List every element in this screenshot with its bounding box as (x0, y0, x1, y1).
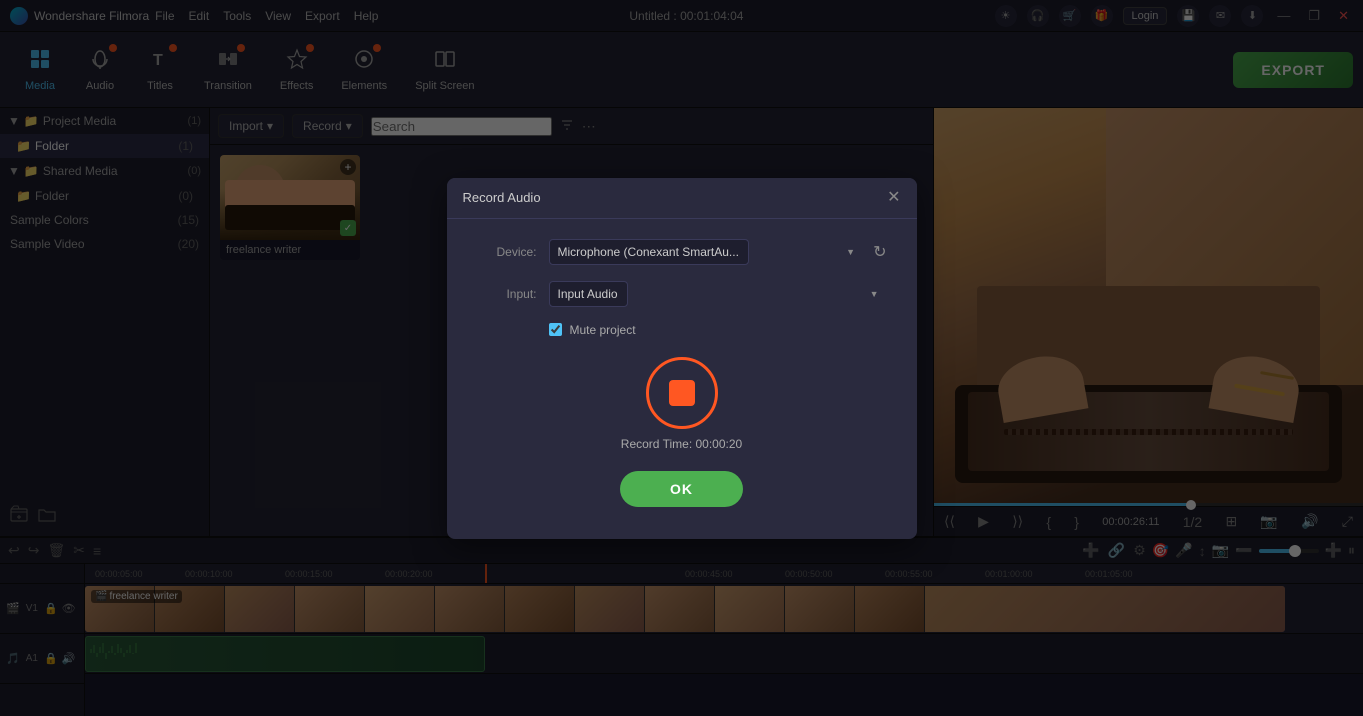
modal-overlay: Record Audio ✕ Device: Microphone (Conex… (0, 0, 1363, 716)
modal-header: Record Audio ✕ (447, 178, 917, 219)
device-field: Device: Microphone (Conexant SmartAu... … (477, 239, 887, 265)
input-field: Input: Input Audio (477, 281, 887, 307)
modal-body: Device: Microphone (Conexant SmartAu... … (447, 219, 917, 539)
record-stop-icon (669, 380, 695, 406)
device-select-wrap: Microphone (Conexant SmartAu... (549, 239, 864, 265)
record-stop-button[interactable] (646, 357, 718, 429)
modal-title: Record Audio (463, 190, 541, 205)
record-time: Record Time: 00:00:20 (477, 437, 887, 451)
record-button-wrap (477, 357, 887, 429)
mute-project-row: Mute project (549, 323, 887, 337)
input-label: Input: (477, 287, 537, 301)
mute-project-label: Mute project (570, 323, 636, 337)
record-audio-modal: Record Audio ✕ Device: Microphone (Conex… (447, 178, 917, 539)
modal-close-button[interactable]: ✕ (887, 190, 900, 206)
mute-project-checkbox[interactable] (549, 323, 562, 336)
input-select[interactable]: Input Audio (549, 281, 628, 307)
refresh-icon[interactable]: ↻ (873, 242, 886, 262)
modal-ok-button[interactable]: OK (620, 471, 743, 507)
device-select[interactable]: Microphone (Conexant SmartAu... (549, 239, 749, 265)
input-select-wrap: Input Audio (549, 281, 887, 307)
device-label: Device: (477, 245, 537, 259)
